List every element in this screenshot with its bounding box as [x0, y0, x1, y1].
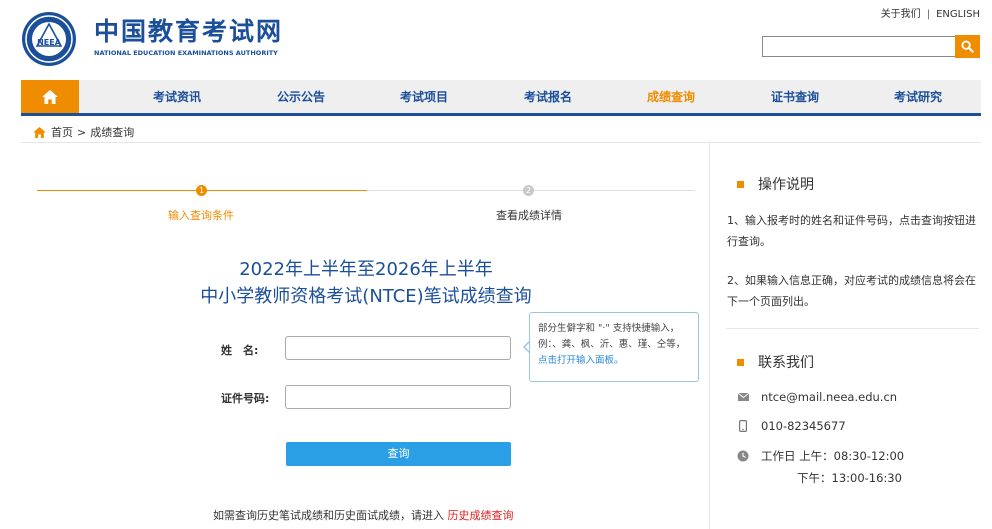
- phone-text: 010-82345677: [761, 419, 846, 433]
- email-text[interactable]: ntce@mail.neea.edu.cn: [761, 390, 897, 404]
- contact-phone: 010-82345677: [737, 419, 846, 433]
- history-note: 如需查询历史笔试成绩和历史面试成绩，请进入 历史成绩查询: [213, 507, 514, 523]
- query-title-line1: 2022年上半年至2026年上半年: [239, 259, 493, 280]
- query-title-line2: 中小学教师资格考试(NTCE)笔试成绩查询: [200, 286, 532, 307]
- top-links: 关于我们 | ENGLISH: [881, 5, 980, 20]
- open-input-panel-link[interactable]: 点击打开输入面板。: [538, 355, 624, 366]
- logo-text: NEEA: [37, 38, 62, 47]
- home-icon: [42, 89, 58, 104]
- search-input[interactable]: [762, 36, 955, 57]
- neea-logo-icon[interactable]: NEEA: [20, 10, 78, 68]
- name-label: 姓 名:: [221, 344, 259, 357]
- query-button[interactable]: 查询: [286, 442, 511, 466]
- instructions-title-text: 操作说明: [758, 177, 814, 193]
- nav-item-exam-news[interactable]: 考试资讯: [132, 80, 222, 113]
- breadcrumb-home-icon: [33, 126, 46, 138]
- clock-icon: [737, 450, 749, 462]
- search-button[interactable]: [955, 35, 980, 58]
- nav-item-certificate-query[interactable]: 证书查询: [750, 80, 840, 113]
- brand[interactable]: 中国教育考试网 NATIONAL EDUCATION EXAMINATIONS …: [94, 17, 284, 58]
- name-input[interactable]: [285, 336, 511, 360]
- nav-item-score-query[interactable]: 成绩查询: [626, 80, 716, 113]
- contact-title: 联系我们: [737, 352, 814, 372]
- contact-hours: 工作日 上午：08:30-12:00: [737, 448, 904, 464]
- nav-item-announcements[interactable]: 公示公告: [256, 80, 346, 113]
- nav-item-exam-research[interactable]: 考试研究: [873, 80, 963, 113]
- email-icon: [737, 393, 749, 401]
- step-1-label: 输入查询条件: [168, 209, 234, 222]
- breadcrumb-separator: >: [77, 125, 87, 139]
- phone-icon: [737, 420, 749, 432]
- hours-am-text: 工作日 上午：08:30-12:00: [761, 449, 905, 463]
- step-2-dot: 2: [523, 185, 534, 196]
- breadcrumb-divider: [21, 142, 981, 143]
- brand-title: 中国教育考试网: [94, 17, 284, 46]
- id-number-input[interactable]: [285, 385, 511, 409]
- page: NEEA 中国教育考试网 NATIONAL EDUCATION EXAMINAT…: [0, 0, 992, 529]
- instructions-title: 操作说明: [737, 174, 814, 194]
- instruction-item-2: 2、如果输入信息正确，对应考试的成绩信息将会在下一个页面列出。: [727, 274, 976, 308]
- id-number-label: 证件号码:: [221, 392, 270, 405]
- history-text: 如需查询历史笔试成绩和历史面试成绩，请进入: [213, 509, 444, 522]
- nav-item-registration[interactable]: 考试报名: [503, 80, 593, 113]
- step-1-dot: 1: [196, 185, 207, 196]
- nav-home[interactable]: [21, 80, 79, 113]
- nav-item-exam-projects[interactable]: 考试项目: [379, 80, 469, 113]
- about-link[interactable]: 关于我们: [881, 9, 921, 20]
- hours-pm-text: 下午：13:00-16:30: [797, 471, 902, 485]
- instruction-item-1: 1、输入报考时的姓名和证件号码，点击查询按钮进行查询。: [727, 214, 976, 248]
- column-divider: [709, 143, 710, 529]
- bullet-square-icon: [737, 358, 744, 366]
- step-2-label: 查看成绩详情: [496, 209, 562, 222]
- breadcrumb-home[interactable]: 首页: [51, 124, 73, 140]
- bullet-square-icon: [737, 180, 744, 188]
- right-panel-divider: [726, 328, 979, 329]
- history-score-link[interactable]: 历史成绩查询: [448, 509, 514, 522]
- contact-title-text: 联系我们: [758, 355, 814, 371]
- input-hint-tooltip: 部分生僻字和 "·" 支持快捷输入，例：、龚、枫、沂、惠、瑾、仝等， 点击打开输入…: [529, 312, 699, 382]
- breadcrumb-current: 成绩查询: [90, 126, 135, 139]
- contact-email: ntce@mail.neea.edu.cn: [737, 390, 897, 404]
- search-icon: [961, 40, 974, 53]
- brand-subtitle: NATIONAL EDUCATION EXAMINATIONS AUTHORIT…: [94, 49, 278, 57]
- main-nav: 考试资讯 公示公告 考试项目 考试报名 成绩查询 证书查询 考试研究: [21, 80, 981, 116]
- english-link[interactable]: ENGLISH: [936, 9, 980, 20]
- tooltip-text: 部分生僻字和 "·" 支持快捷输入，例：、龚、枫、沂、惠、瑾、仝等，: [538, 323, 686, 350]
- breadcrumb: 首页 > 成绩查询: [33, 124, 134, 140]
- top-links-separator: |: [926, 9, 931, 20]
